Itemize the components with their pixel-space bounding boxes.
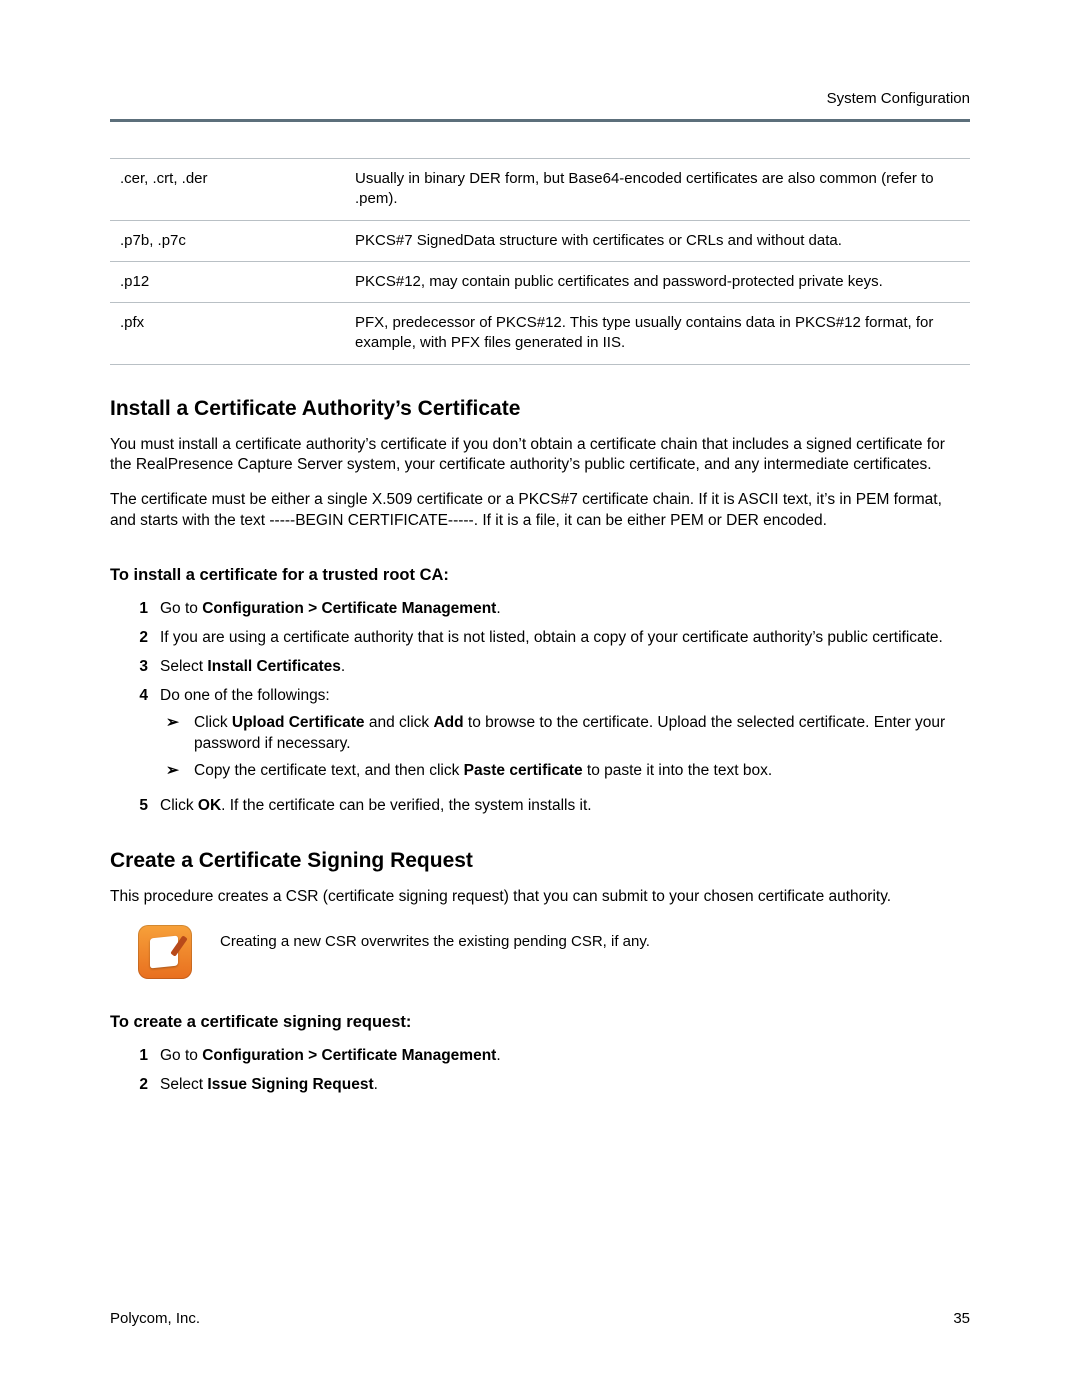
- step-text: Go to Configuration > Certificate Manage…: [160, 1046, 970, 1067]
- extension-table: .cer, .crt, .der Usually in binary DER f…: [110, 158, 970, 365]
- text-fragment: .: [374, 1076, 378, 1093]
- text-fragment: Do one of the followings:: [160, 687, 330, 704]
- step-number: 4: [110, 686, 160, 788]
- text-fragment: Select: [160, 1076, 207, 1093]
- substep-text: Copy the certificate text, and then clic…: [194, 761, 970, 782]
- bold-text: Configuration > Certificate Management: [202, 600, 496, 617]
- step-text: Go to Configuration > Certificate Manage…: [160, 599, 970, 620]
- bold-text: Issue Signing Request: [207, 1076, 373, 1093]
- text-fragment: .: [496, 1047, 500, 1064]
- install-steps: 1 Go to Configuration > Certificate Mana…: [110, 599, 970, 816]
- table-row: .p12 PKCS#12, may contain public certifi…: [110, 261, 970, 302]
- install-heading: Install a Certificate Authority’s Certif…: [110, 397, 970, 421]
- text-fragment: Go to: [160, 1047, 202, 1064]
- substep-a: ➢ Click Upload Certificate and click Add…: [160, 713, 970, 755]
- step-text: Do one of the followings: ➢ Click Upload…: [160, 686, 970, 788]
- bold-text: Upload Certificate: [232, 714, 365, 731]
- ext-cell: .p12: [110, 261, 345, 302]
- substeps: ➢ Click Upload Certificate and click Add…: [160, 713, 970, 782]
- text-fragment: Copy the certificate text, and then clic…: [194, 762, 464, 779]
- desc-cell: Usually in binary DER form, but Base64-e…: [345, 159, 970, 221]
- substep-text: Click Upload Certificate and click Add t…: [194, 713, 970, 755]
- bold-text: Configuration > Certificate Management: [202, 1047, 496, 1064]
- step-number: 2: [110, 1075, 160, 1096]
- desc-cell: PKCS#12, may contain public certificates…: [345, 261, 970, 302]
- note-block: Creating a new CSR overwrites the existi…: [110, 925, 970, 979]
- text-fragment: . If the certificate can be verified, th…: [221, 797, 591, 814]
- step-text: If you are using a certificate authority…: [160, 628, 970, 649]
- arrow-icon: ➢: [160, 761, 194, 782]
- step-number: 5: [110, 796, 160, 817]
- running-header: System Configuration: [110, 90, 970, 107]
- bold-text: Paste certificate: [464, 762, 583, 779]
- text-fragment: .: [341, 658, 345, 675]
- ext-cell: .p7b, .p7c: [110, 220, 345, 261]
- footer-company: Polycom, Inc.: [110, 1310, 200, 1327]
- step-number: 2: [110, 628, 160, 649]
- install-task-heading: To install a certificate for a trusted r…: [110, 566, 970, 585]
- step-number: 1: [110, 599, 160, 620]
- csr-steps: 1 Go to Configuration > Certificate Mana…: [110, 1046, 970, 1096]
- step-3: 3 Select Install Certificates.: [110, 657, 970, 678]
- text-fragment: .: [496, 600, 500, 617]
- ext-cell: .pfx: [110, 303, 345, 365]
- csr-paragraph-1: This procedure creates a CSR (certificat…: [110, 887, 970, 908]
- desc-cell: PFX, predecessor of PKCS#12. This type u…: [345, 303, 970, 365]
- table-row: .pfx PFX, predecessor of PKCS#12. This t…: [110, 303, 970, 365]
- table-row: .cer, .crt, .der Usually in binary DER f…: [110, 159, 970, 221]
- note-text: Creating a new CSR overwrites the existi…: [220, 925, 650, 952]
- step-2: 2 If you are using a certificate authori…: [110, 628, 970, 649]
- bold-text: OK: [198, 797, 221, 814]
- text-fragment: Go to: [160, 600, 202, 617]
- page-footer: Polycom, Inc. 35: [110, 1310, 970, 1327]
- step-1: 1 Go to Configuration > Certificate Mana…: [110, 1046, 970, 1067]
- step-1: 1 Go to Configuration > Certificate Mana…: [110, 599, 970, 620]
- ext-cell: .cer, .crt, .der: [110, 159, 345, 221]
- bold-text: Install Certificates: [207, 658, 341, 675]
- step-number: 3: [110, 657, 160, 678]
- header-rule: [110, 119, 970, 122]
- install-paragraph-2: The certificate must be either a single …: [110, 490, 970, 532]
- text-fragment: Click: [160, 797, 198, 814]
- document-page: System Configuration .cer, .crt, .der Us…: [0, 0, 1080, 1397]
- text-fragment: and click: [365, 714, 434, 731]
- note-icon: [138, 925, 192, 979]
- csr-heading: Create a Certificate Signing Request: [110, 849, 970, 873]
- step-5: 5 Click OK. If the certificate can be ve…: [110, 796, 970, 817]
- footer-page-number: 35: [953, 1310, 970, 1327]
- text-fragment: to paste it into the text box.: [583, 762, 773, 779]
- substep-b: ➢ Copy the certificate text, and then cl…: [160, 761, 970, 782]
- step-text: Select Install Certificates.: [160, 657, 970, 678]
- text-fragment: Select: [160, 658, 207, 675]
- step-text: Click OK. If the certificate can be veri…: [160, 796, 970, 817]
- table-row: .p7b, .p7c PKCS#7 SignedData structure w…: [110, 220, 970, 261]
- step-number: 1: [110, 1046, 160, 1067]
- arrow-icon: ➢: [160, 713, 194, 755]
- desc-cell: PKCS#7 SignedData structure with certifi…: [345, 220, 970, 261]
- bold-text: Add: [433, 714, 463, 731]
- csr-task-heading: To create a certificate signing request:: [110, 1013, 970, 1032]
- step-text: Select Issue Signing Request.: [160, 1075, 970, 1096]
- text-fragment: Click: [194, 714, 232, 731]
- install-paragraph-1: You must install a certificate authority…: [110, 435, 970, 477]
- step-4: 4 Do one of the followings: ➢ Click Uplo…: [110, 686, 970, 788]
- step-2: 2 Select Issue Signing Request.: [110, 1075, 970, 1096]
